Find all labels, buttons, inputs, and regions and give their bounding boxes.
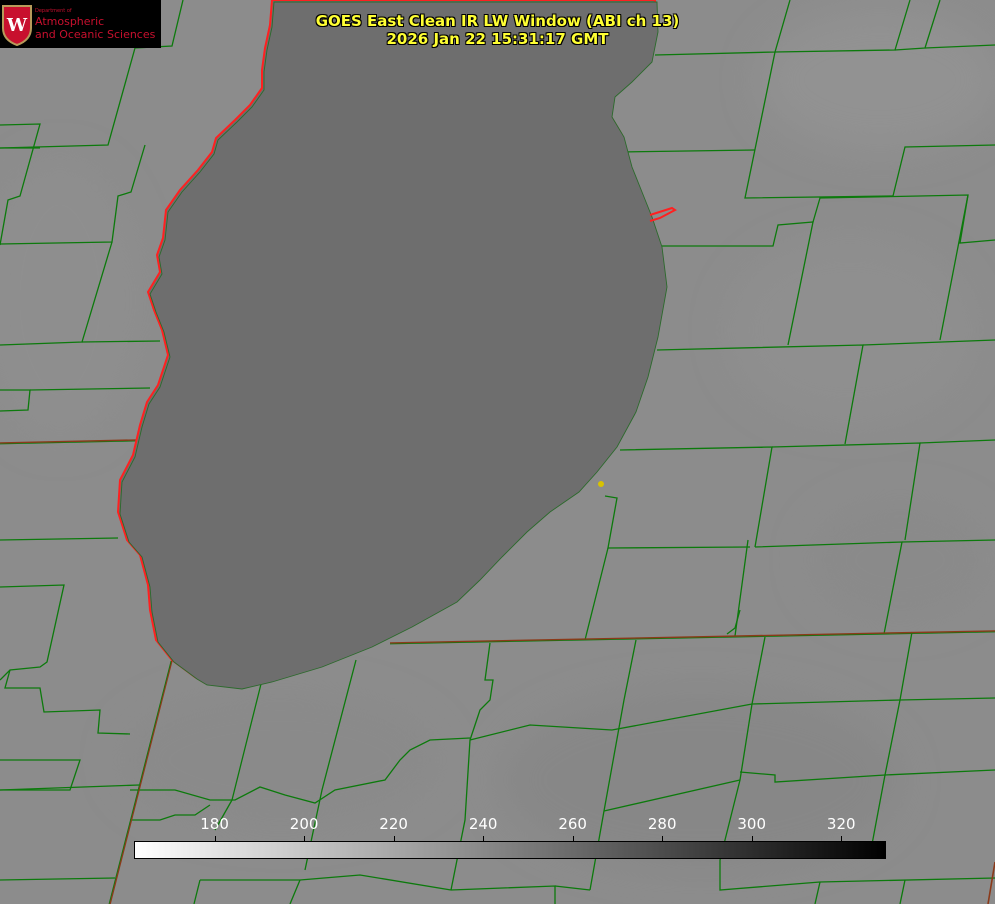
colorbar-tick-label: 180 bbox=[200, 815, 229, 833]
colorbar-tick-mark bbox=[662, 836, 663, 842]
image-title: GOES East Clean IR LW Window (ABI ch 13) bbox=[315, 12, 680, 30]
colorbar-tick-mark bbox=[752, 836, 753, 842]
temperature-colorbar bbox=[134, 841, 886, 859]
colorbar-tick-label: 220 bbox=[379, 815, 408, 833]
colorbar-tick-label: 240 bbox=[468, 815, 498, 833]
colorbar-tick-label: 200 bbox=[289, 815, 319, 833]
colorbar-tick-mark bbox=[304, 836, 305, 842]
satellite-map bbox=[0, 0, 995, 904]
colorbar-tick-mark bbox=[394, 836, 395, 842]
colorbar-tick-label: 260 bbox=[558, 815, 587, 833]
colorbar-tick-mark bbox=[483, 836, 484, 842]
satellite-image-frame: W Department of Atmospheric and Oceanic … bbox=[0, 0, 995, 904]
colorbar-tick-mark bbox=[573, 836, 574, 842]
colorbar-tick-mark bbox=[841, 836, 842, 842]
colorbar-tick-label: 280 bbox=[647, 815, 677, 833]
colorbar-tick-mark bbox=[215, 836, 216, 842]
site-marker bbox=[598, 481, 604, 487]
colorbar-tick-label: 300 bbox=[737, 815, 767, 833]
colorbar-tick-label: 320 bbox=[826, 815, 856, 833]
image-timestamp: 2026 Jan 22 15:31:17 GMT bbox=[386, 30, 609, 48]
